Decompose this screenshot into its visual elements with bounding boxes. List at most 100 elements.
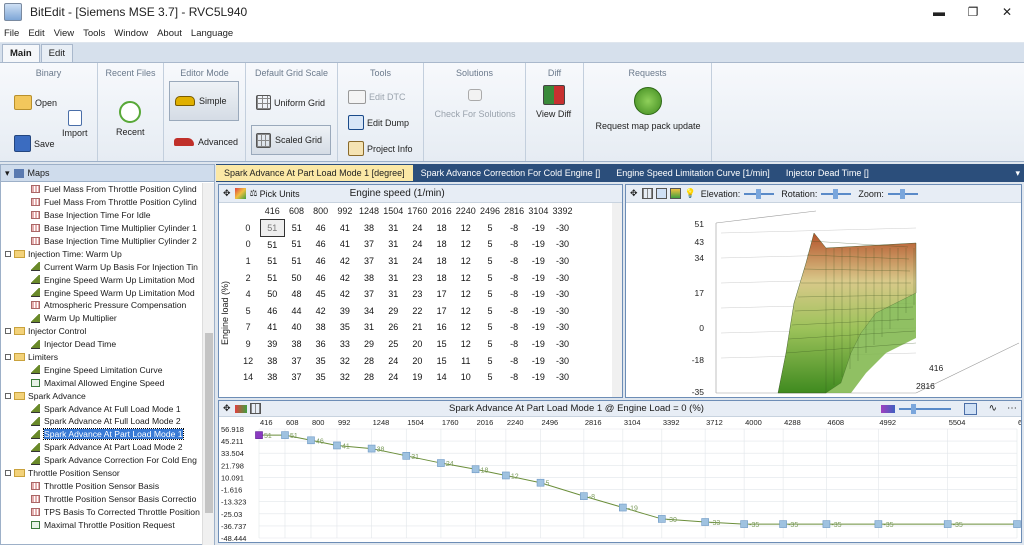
- table-cell[interactable]: 24: [405, 253, 429, 270]
- row-header[interactable]: 0: [236, 236, 260, 253]
- scaled-grid-button[interactable]: Scaled Grid: [251, 125, 331, 155]
- minimize-button[interactable]: ▬: [922, 0, 956, 24]
- column-header[interactable]: 2816: [502, 203, 526, 220]
- expand-toggle-icon[interactable]: [5, 392, 11, 399]
- table-cell[interactable]: 5: [478, 236, 502, 253]
- table-cell[interactable]: 12: [454, 286, 478, 303]
- tree-map-item[interactable]: Atmospheric Pressure Compensation: [1, 299, 202, 312]
- table-cell[interactable]: 11: [454, 352, 478, 369]
- view-diff-button[interactable]: View Diff: [536, 85, 571, 119]
- table-cell[interactable]: -19: [526, 269, 550, 286]
- table-cell[interactable]: -30: [550, 253, 574, 270]
- column-header[interactable]: 416: [260, 203, 284, 220]
- tree-map-item[interactable]: Spark Advance At Part Load Mode 1: [1, 428, 202, 441]
- pick-units-icon[interactable]: ⚖: [250, 188, 258, 199]
- table-cell[interactable]: 12: [454, 303, 478, 320]
- expand-toggle-icon[interactable]: [5, 250, 11, 257]
- table-cell[interactable]: 5: [478, 269, 502, 286]
- table-cell[interactable]: 36: [309, 336, 333, 353]
- table-cell[interactable]: 51: [284, 253, 308, 270]
- tree-folder[interactable]: Limiters: [1, 351, 202, 364]
- elevation-slider[interactable]: [744, 188, 775, 199]
- table-cell[interactable]: 37: [357, 253, 381, 270]
- table-cell[interactable]: -19: [526, 236, 550, 253]
- table-cell[interactable]: -30: [550, 286, 574, 303]
- doc-tab-spark-advance-cold-engine[interactable]: Spark Advance Correction For Cold Engine…: [413, 165, 609, 181]
- expand-toggle-icon[interactable]: [5, 354, 11, 361]
- table-cell[interactable]: 31: [381, 286, 405, 303]
- table-cell[interactable]: 17: [430, 303, 454, 320]
- table-cell[interactable]: 5: [478, 303, 502, 320]
- table-cell[interactable]: 5: [478, 352, 502, 369]
- project-info-button[interactable]: Project Info: [348, 141, 413, 156]
- table-cell[interactable]: 37: [284, 352, 308, 369]
- menu-file[interactable]: File: [4, 28, 19, 39]
- menu-window[interactable]: Window: [114, 28, 148, 39]
- tree-map-item[interactable]: Base Injection Time For Idle: [1, 209, 202, 222]
- tree-map-item[interactable]: Current Warm Up Basis For Injection Tin: [1, 260, 202, 273]
- tree-map-item[interactable]: Warm Up Multiplier: [1, 312, 202, 325]
- table-cell[interactable]: -30: [550, 303, 574, 320]
- table-cell[interactable]: 12: [454, 319, 478, 336]
- tree-map-item[interactable]: Engine Speed Limitation Curve: [1, 363, 202, 376]
- table-cell[interactable]: 40: [284, 319, 308, 336]
- table-cell[interactable]: 41: [333, 236, 357, 253]
- expand-toggle-icon[interactable]: [5, 328, 11, 335]
- table-cell[interactable]: 51: [259, 219, 285, 237]
- table-cell[interactable]: 12: [454, 236, 478, 253]
- grid-toggle-icon[interactable]: [641, 188, 653, 199]
- tree-map-item[interactable]: Throttle Position Sensor Basis Correctio: [1, 492, 202, 505]
- close-button[interactable]: ✕: [990, 0, 1024, 24]
- import-button[interactable]: Import: [62, 110, 88, 138]
- table-cell[interactable]: -8: [502, 303, 526, 320]
- table-cell[interactable]: 5: [478, 336, 502, 353]
- table-cell[interactable]: 42: [333, 253, 357, 270]
- tree-map-item[interactable]: Fuel Mass From Throttle Position Cylind: [1, 196, 202, 209]
- table-cell[interactable]: 45: [309, 286, 333, 303]
- table-cell[interactable]: 5: [478, 253, 502, 270]
- table-cell[interactable]: 18: [430, 220, 454, 237]
- line-style-icon[interactable]: ∿: [989, 403, 997, 414]
- table-cell[interactable]: 51: [284, 236, 308, 253]
- table-cell[interactable]: 35: [333, 319, 357, 336]
- table-cell[interactable]: 18: [430, 253, 454, 270]
- table-cell[interactable]: 28: [357, 369, 381, 386]
- row-header[interactable]: 0: [236, 220, 260, 237]
- advanced-mode-button[interactable]: Advanced: [174, 137, 238, 147]
- table-cell[interactable]: 15: [430, 352, 454, 369]
- table-cell[interactable]: 41: [260, 319, 284, 336]
- tab-overflow-icon[interactable]: ▾: [1015, 168, 1020, 179]
- column-header[interactable]: 1760: [405, 203, 429, 220]
- table-cell[interactable]: 12: [454, 269, 478, 286]
- table-cell[interactable]: -8: [502, 336, 526, 353]
- menu-view[interactable]: View: [54, 28, 74, 39]
- table-cell[interactable]: 24: [381, 352, 405, 369]
- table-cell[interactable]: 19: [405, 369, 429, 386]
- table-cell[interactable]: -19: [526, 352, 550, 369]
- table-cell[interactable]: 14: [430, 369, 454, 386]
- table-cell[interactable]: 5: [478, 319, 502, 336]
- table-cell[interactable]: 22: [405, 303, 429, 320]
- table-cell[interactable]: 38: [260, 352, 284, 369]
- column-header[interactable]: 3392: [550, 203, 574, 220]
- table-cell[interactable]: 35: [309, 352, 333, 369]
- dotted-line-icon[interactable]: ⋯: [1007, 403, 1017, 414]
- tree-map-item[interactable]: Fuel Mass From Throttle Position Cylind: [1, 183, 202, 196]
- table-cell[interactable]: 38: [260, 369, 284, 386]
- table-cell[interactable]: -8: [502, 352, 526, 369]
- table-cell[interactable]: -19: [526, 369, 550, 386]
- table-cell[interactable]: -19: [526, 253, 550, 270]
- colors-icon[interactable]: [669, 188, 681, 199]
- table-cell[interactable]: 20: [405, 352, 429, 369]
- table-cell[interactable]: 42: [309, 303, 333, 320]
- table-cell[interactable]: 23: [405, 286, 429, 303]
- table-cell[interactable]: -8: [502, 253, 526, 270]
- tree-folder[interactable]: Throttle Position Sensor: [1, 467, 202, 480]
- grid-toggle-icon[interactable]: [249, 403, 261, 414]
- table-cell[interactable]: 5: [478, 220, 502, 237]
- color-bar-icon[interactable]: [234, 404, 247, 413]
- table-cell[interactable]: 29: [357, 336, 381, 353]
- table-cell[interactable]: 18: [430, 269, 454, 286]
- table-cell[interactable]: 12: [454, 220, 478, 237]
- table-cell[interactable]: 51: [260, 253, 284, 270]
